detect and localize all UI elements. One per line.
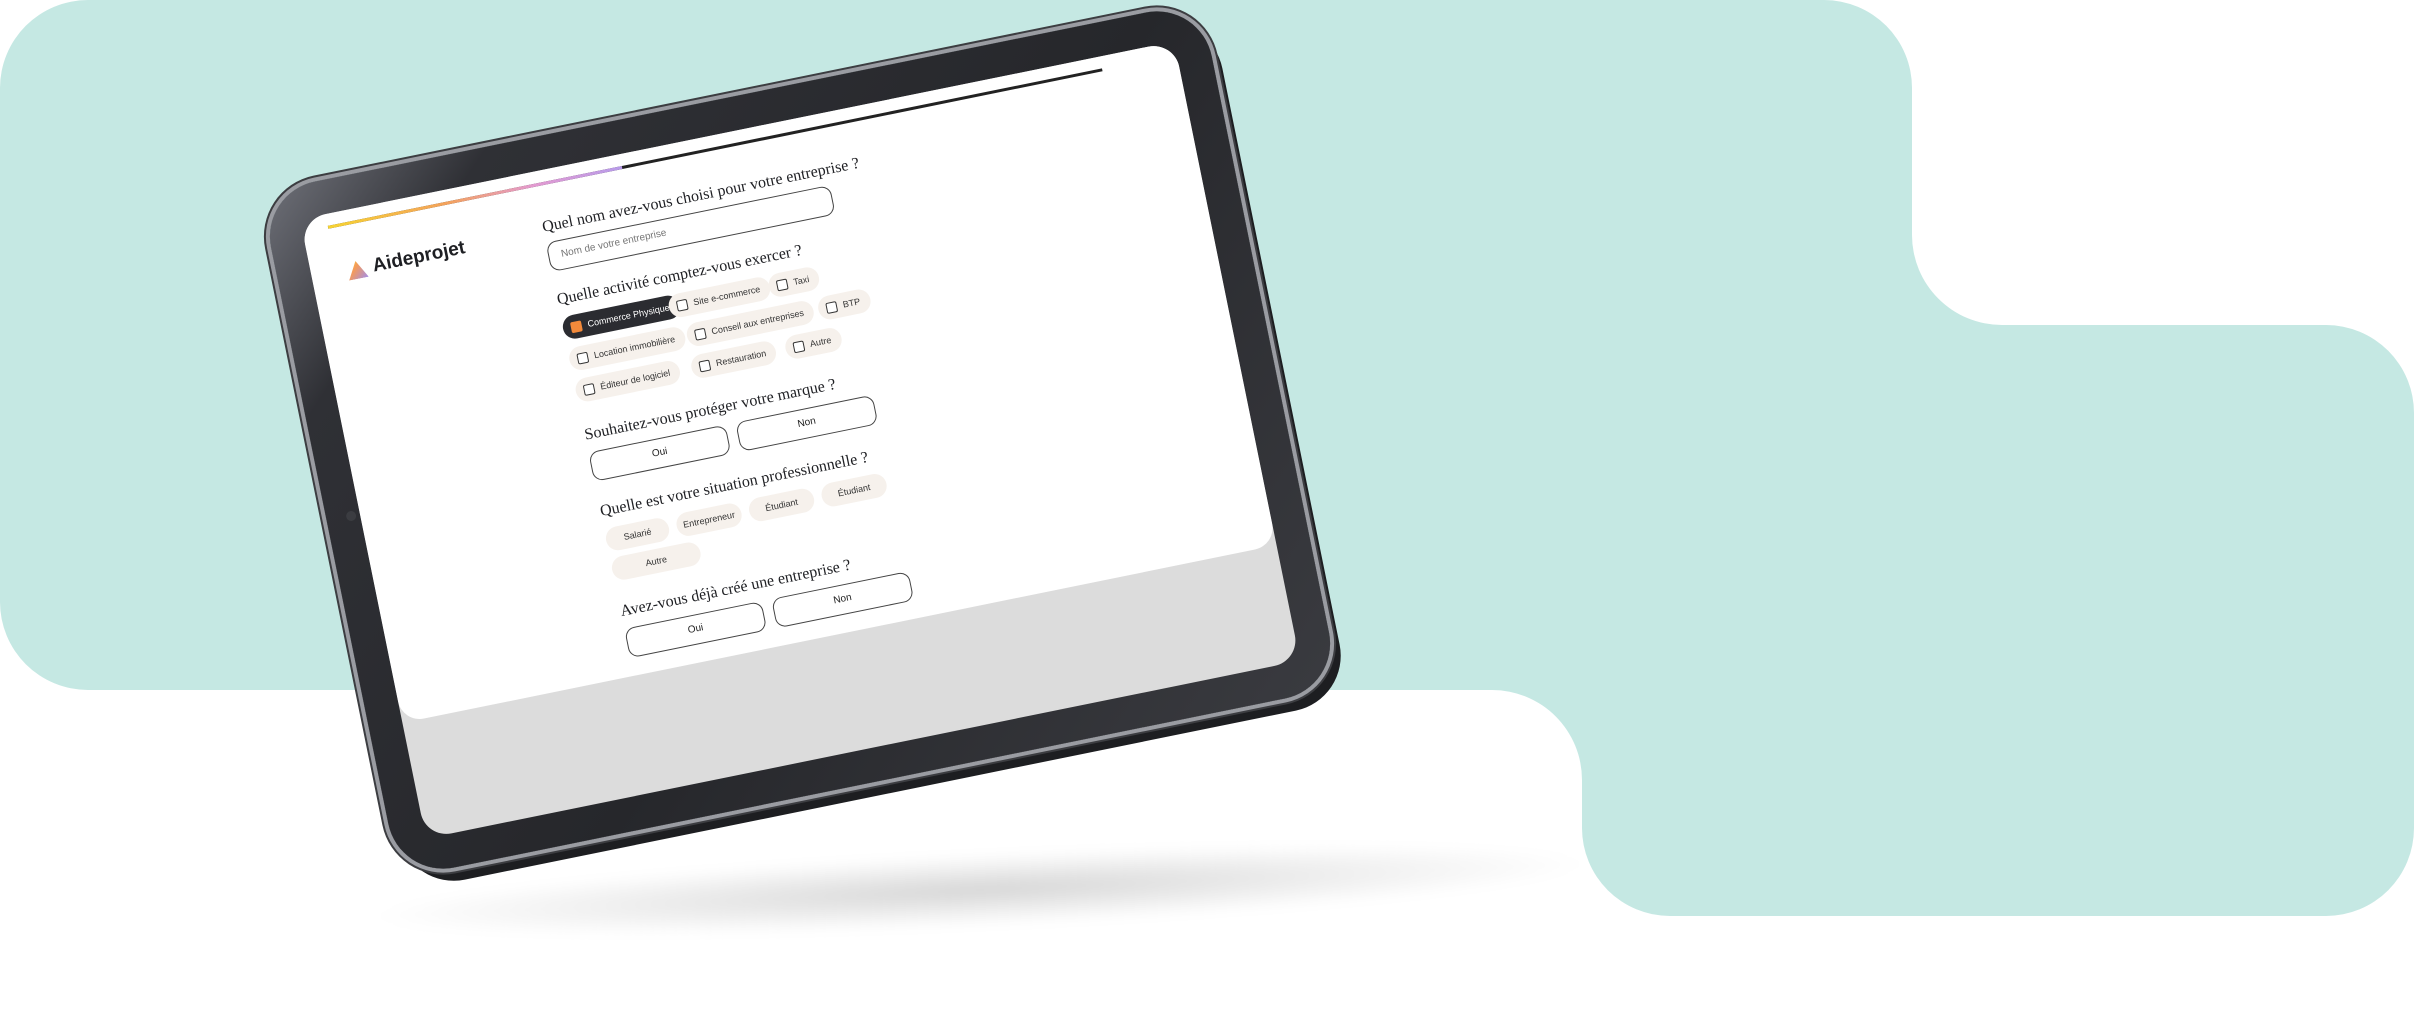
checkbox-icon	[576, 351, 590, 365]
close-icon[interactable]: ×	[1123, 41, 1146, 43]
brand-logo[interactable]: Aideprojet	[345, 237, 467, 282]
camera-icon	[345, 510, 358, 522]
device-shadow	[379, 828, 1581, 952]
brand-name: Aideprojet	[370, 237, 467, 277]
activity-option-label: Taxi	[792, 274, 811, 288]
company-name-placeholder: Nom de votre entreprise	[560, 227, 668, 260]
tablet-screen: Étape 2/5 × Aideprojet Quel nom avez-vou…	[299, 41, 1301, 839]
aideprojet-logo-icon	[346, 259, 369, 281]
activity-option-label: Éditeur de logiciel	[599, 367, 671, 392]
checkbox-icon	[693, 327, 707, 341]
checkbox-icon	[582, 382, 596, 396]
activity-option-label: Autre	[809, 334, 833, 349]
activity-option-label: Site e-commerce	[692, 284, 762, 308]
bg-bottom-band	[1582, 690, 2414, 916]
situation-option-entrepreneur[interactable]: Entrepreneur	[674, 501, 744, 539]
activity-option-label: BTP	[841, 296, 862, 310]
activity-option-taxi[interactable]: Taxi	[766, 265, 822, 299]
activity-option-btp[interactable]: BTP	[816, 287, 873, 322]
checkbox-checked-icon	[569, 319, 583, 333]
checkbox-icon	[698, 359, 712, 372]
checkbox-icon	[792, 339, 806, 353]
situation-option-etudiant[interactable]: Étudiant	[746, 486, 817, 524]
checkbox-icon	[775, 277, 789, 291]
checkbox-icon	[825, 300, 839, 314]
activity-option-autre[interactable]: Autre	[783, 326, 844, 361]
checkbox-icon	[675, 298, 689, 312]
situation-option-etudiant-2[interactable]: Étudiant	[819, 471, 889, 509]
bg-right-band	[1912, 325, 2414, 690]
activity-option-label: Restauration	[715, 348, 768, 369]
